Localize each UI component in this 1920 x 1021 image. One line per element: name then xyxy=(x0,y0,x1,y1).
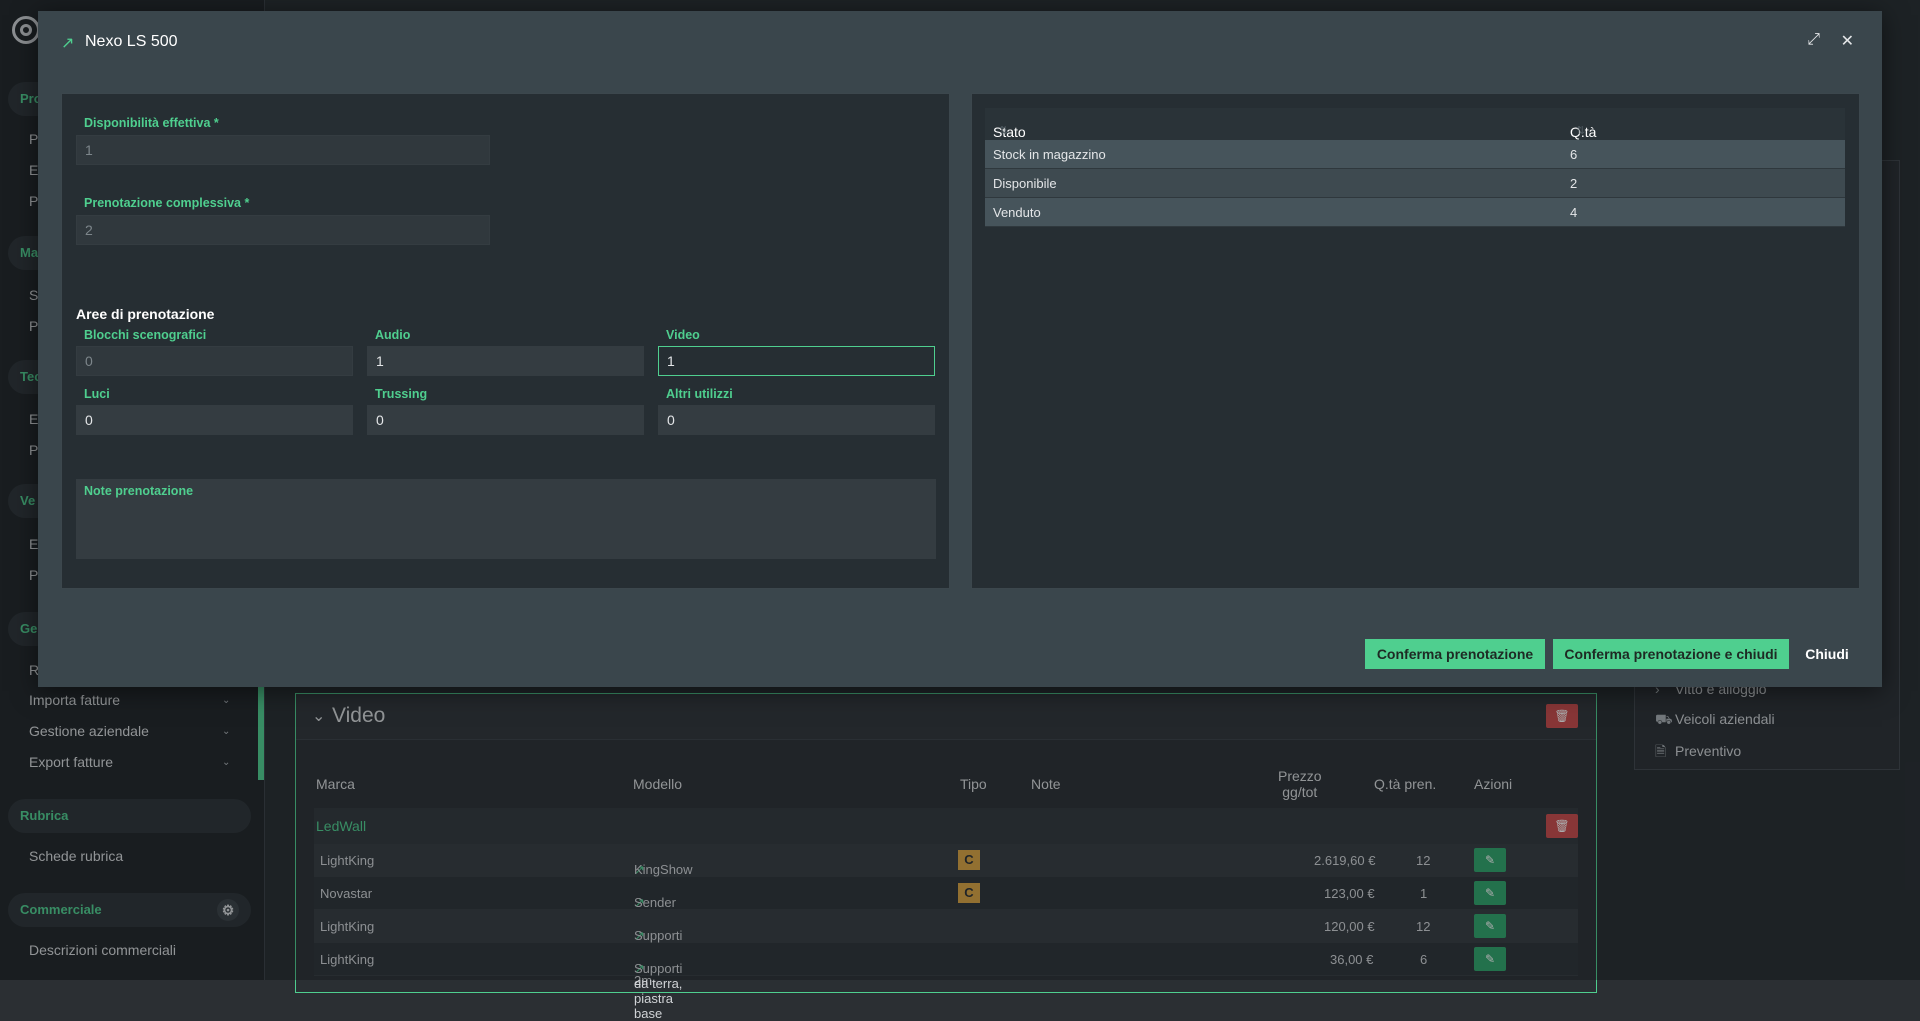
blocchi-field: 0 xyxy=(76,346,353,376)
luci-field[interactable]: 0 xyxy=(76,405,353,435)
video-label: Video xyxy=(666,328,700,342)
video-field[interactable]: 1 xyxy=(658,346,935,376)
cell-qta: 2 xyxy=(1570,176,1578,191)
table-row: Stock in magazzino 6 xyxy=(985,140,1845,169)
sort-icon: ⇅ xyxy=(1576,125,1586,137)
disponibilita-label: Disponibilità effettiva * xyxy=(84,116,219,130)
stock-table: Stato ⇅ Q.tà ⇅ Stock in magazzino 6 Dispon… xyxy=(985,108,1845,227)
modal-title: Nexo LS 500 xyxy=(85,33,178,50)
trussing-field[interactable]: 0 xyxy=(367,405,644,435)
prenotazione-label: Prenotazione complessiva * xyxy=(84,196,250,210)
disponibilita-field: 1 xyxy=(76,135,490,165)
prenotazione-field: 2 xyxy=(76,215,490,245)
close-button[interactable]: Chiudi xyxy=(1794,639,1860,669)
blocchi-label: Blocchi scenografici xyxy=(84,328,207,342)
table-row: Disponibile 2 xyxy=(985,169,1845,198)
luci-label: Luci xyxy=(84,387,110,401)
cell-qta: 4 xyxy=(1570,205,1578,220)
close-icon[interactable]: ✕ xyxy=(1841,31,1854,51)
external-link-icon[interactable]: ↗ xyxy=(61,33,74,53)
table-row: Venduto 4 xyxy=(985,198,1845,227)
expand-icon[interactable]: ⤢ xyxy=(1807,31,1820,49)
audio-label: Audio xyxy=(375,328,411,342)
cell-stato: Stock in magazzino xyxy=(993,147,1106,162)
trussing-label: Trussing xyxy=(375,387,428,401)
sort-icon: ⇅ xyxy=(999,125,1009,137)
stock-status-panel: Stato ⇅ Q.tà ⇅ Stock in magazzino 6 Dispon… xyxy=(971,93,1860,589)
cell-stato: Disponibile xyxy=(993,176,1057,191)
confirm-booking-close-button[interactable]: Conferma prenotazione e chiudi xyxy=(1553,639,1789,669)
booking-form-panel: Disponibilità effettiva * 1 Prenotazione… xyxy=(61,93,950,589)
cell-stato: Venduto xyxy=(993,205,1041,220)
cell-qta: 6 xyxy=(1570,147,1578,162)
col-stato-label: Stato xyxy=(993,124,1026,140)
note-prenotazione-label: Note prenotazione xyxy=(84,484,194,498)
aree-prenotazione-title: Aree di prenotazione xyxy=(76,306,215,322)
audio-field[interactable]: 1 xyxy=(367,346,644,376)
altri-utilizzi-field[interactable]: 0 xyxy=(658,405,935,435)
stock-table-header: Stato ⇅ Q.tà ⇅ xyxy=(985,108,1845,140)
confirm-booking-button[interactable]: Conferma prenotazione xyxy=(1365,639,1545,669)
note-prenotazione-field[interactable]: Note prenotazione xyxy=(76,479,936,559)
altri-utilizzi-label: Altri utilizzi xyxy=(666,387,733,401)
booking-modal: ↗ Nexo LS 500 ⤢ ✕ Disponibilità effettiv… xyxy=(38,11,1882,687)
